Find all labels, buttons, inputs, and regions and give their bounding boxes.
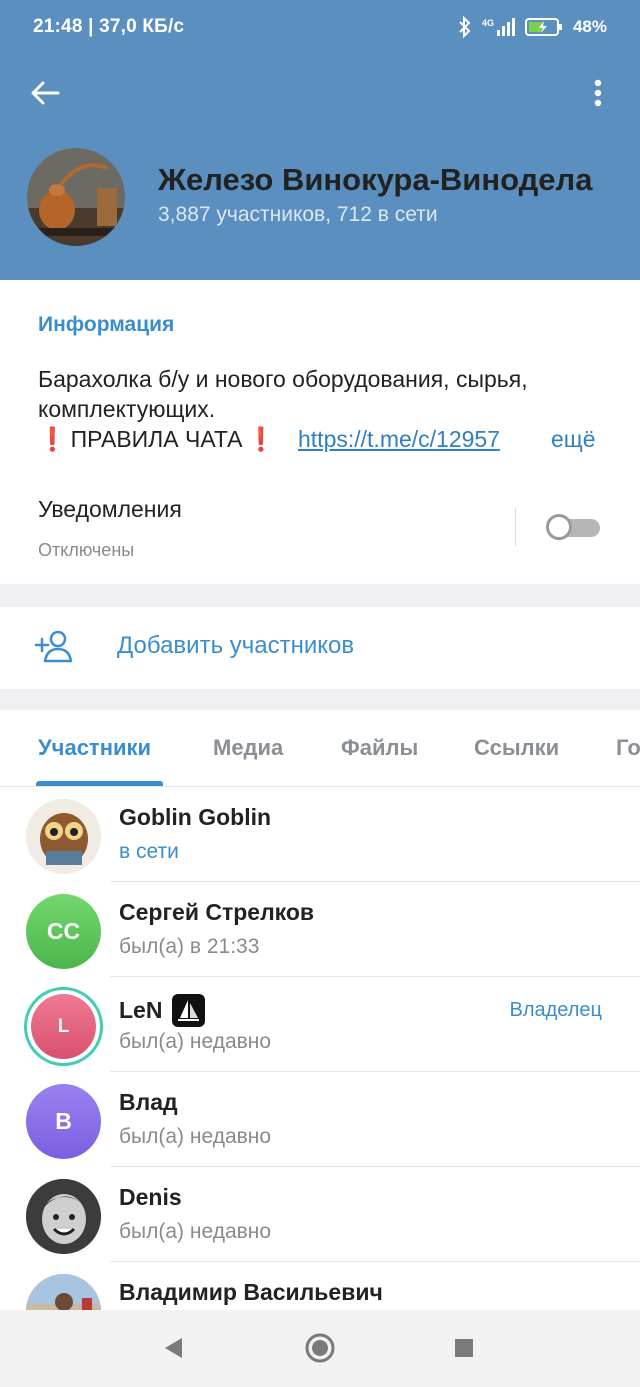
avatar [26,1179,101,1254]
nav-back-button[interactable] [143,1318,203,1378]
exclamation-icon: ❗ [246,426,276,452]
avatar-initials: В [55,1108,72,1134]
rules-line: ❗ ПРАВИЛА ЧАТА ❗ [38,424,275,454]
read-more-link[interactable]: ещё [551,424,596,454]
member-row[interactable]: L LeN был(а) недавно Владелец [0,977,640,1072]
info-heading: Информация [38,313,175,336]
member-status: был(а) недавно [119,1030,272,1053]
rules-link[interactable]: https://t.me/c/12957 [298,424,543,454]
divider [515,508,516,546]
tab-members[interactable]: Участники [38,735,151,761]
member-row[interactable]: Denis был(а) недавно [0,1167,640,1262]
notifications-state: Отключены [38,540,135,560]
tab-media[interactable]: Медиа [213,735,283,761]
tab-more[interactable]: Го [616,735,640,761]
avatar [26,1274,101,1310]
chat-avatar[interactable] [27,148,125,246]
nav-home-button[interactable] [290,1318,350,1378]
avatar [26,799,101,874]
add-person-icon [34,627,74,667]
still-photo-icon [27,148,125,246]
toggle-knob [546,514,572,540]
notifications-toggle[interactable] [546,514,601,540]
owl-photo-icon [26,799,101,874]
network-icon: 4G [482,18,515,36]
member-name-wrap: LeN [119,994,206,1027]
status-time: 21:48 | 37,0 КБ/с [33,16,185,37]
back-button[interactable] [22,70,68,116]
add-members-label[interactable]: Добавить участников [117,632,354,660]
sailboat-emoji-icon [172,994,206,1027]
more-menu-button[interactable] [578,70,618,116]
bluetooth-icon [459,16,471,38]
battery-icon [524,18,562,36]
tab-links[interactable]: Ссылки [474,735,559,761]
child-photo-icon [26,1179,101,1254]
man-photo-icon [26,1274,101,1310]
status-bar: 21:48 | 37,0 КБ/с 4G 48% [0,0,640,56]
chat-member-count: 3,887 участников, 712 в сети [158,203,438,226]
member-row[interactable]: СС Сергей Стрелков был(а) в 21:33 [0,882,640,977]
member-status: был(а) недавно [119,1125,272,1148]
exclamation-icon: ❗ [38,426,67,452]
member-status: был(а) в 21:33 [119,935,260,958]
member-name: Goblin Goblin [119,804,272,830]
rules-label: ПРАВИЛА ЧАТА [70,426,243,452]
member-name: LeN [119,997,163,1023]
member-status: в сети [119,840,179,863]
member-name: Сергей Стрелков [119,899,315,925]
more-vertical-icon [594,79,602,107]
avatar-initials: СС [46,918,81,944]
avatar-initials: L [57,1015,70,1037]
member-name: Denis [119,1184,182,1210]
member-row[interactable]: В Влад был(а) недавно [0,1072,640,1167]
member-row[interactable]: Владимир Васильевич [0,1262,640,1310]
square-recents-icon [455,1339,473,1357]
member-status: был(а) недавно [119,1220,272,1243]
chat-title: Железо Винокура-Винодела [158,162,593,197]
chat-description: Барахолка б/у и нового оборудования, сыр… [38,366,528,422]
owner-badge: Владелец [509,999,602,1021]
circle-home-icon [305,1333,335,1363]
member-row[interactable]: Goblin Goblin в сети [0,787,640,882]
member-name: Владимир Васильевич [119,1279,383,1305]
triangle-back-icon [165,1338,182,1358]
status-icons: 4G 48% [458,16,607,38]
avatar: СС [26,894,101,969]
tab-files[interactable]: Файлы [341,735,418,761]
battery-level: 48% [572,17,607,36]
member-name: Влад [119,1089,178,1115]
nav-recents-button[interactable] [434,1318,494,1378]
arrow-back-icon [31,81,60,105]
avatar: В [26,1084,101,1159]
avatar-inner: L [31,994,96,1059]
avatar: L [24,987,103,1066]
notifications-label[interactable]: Уведомления [38,496,182,523]
